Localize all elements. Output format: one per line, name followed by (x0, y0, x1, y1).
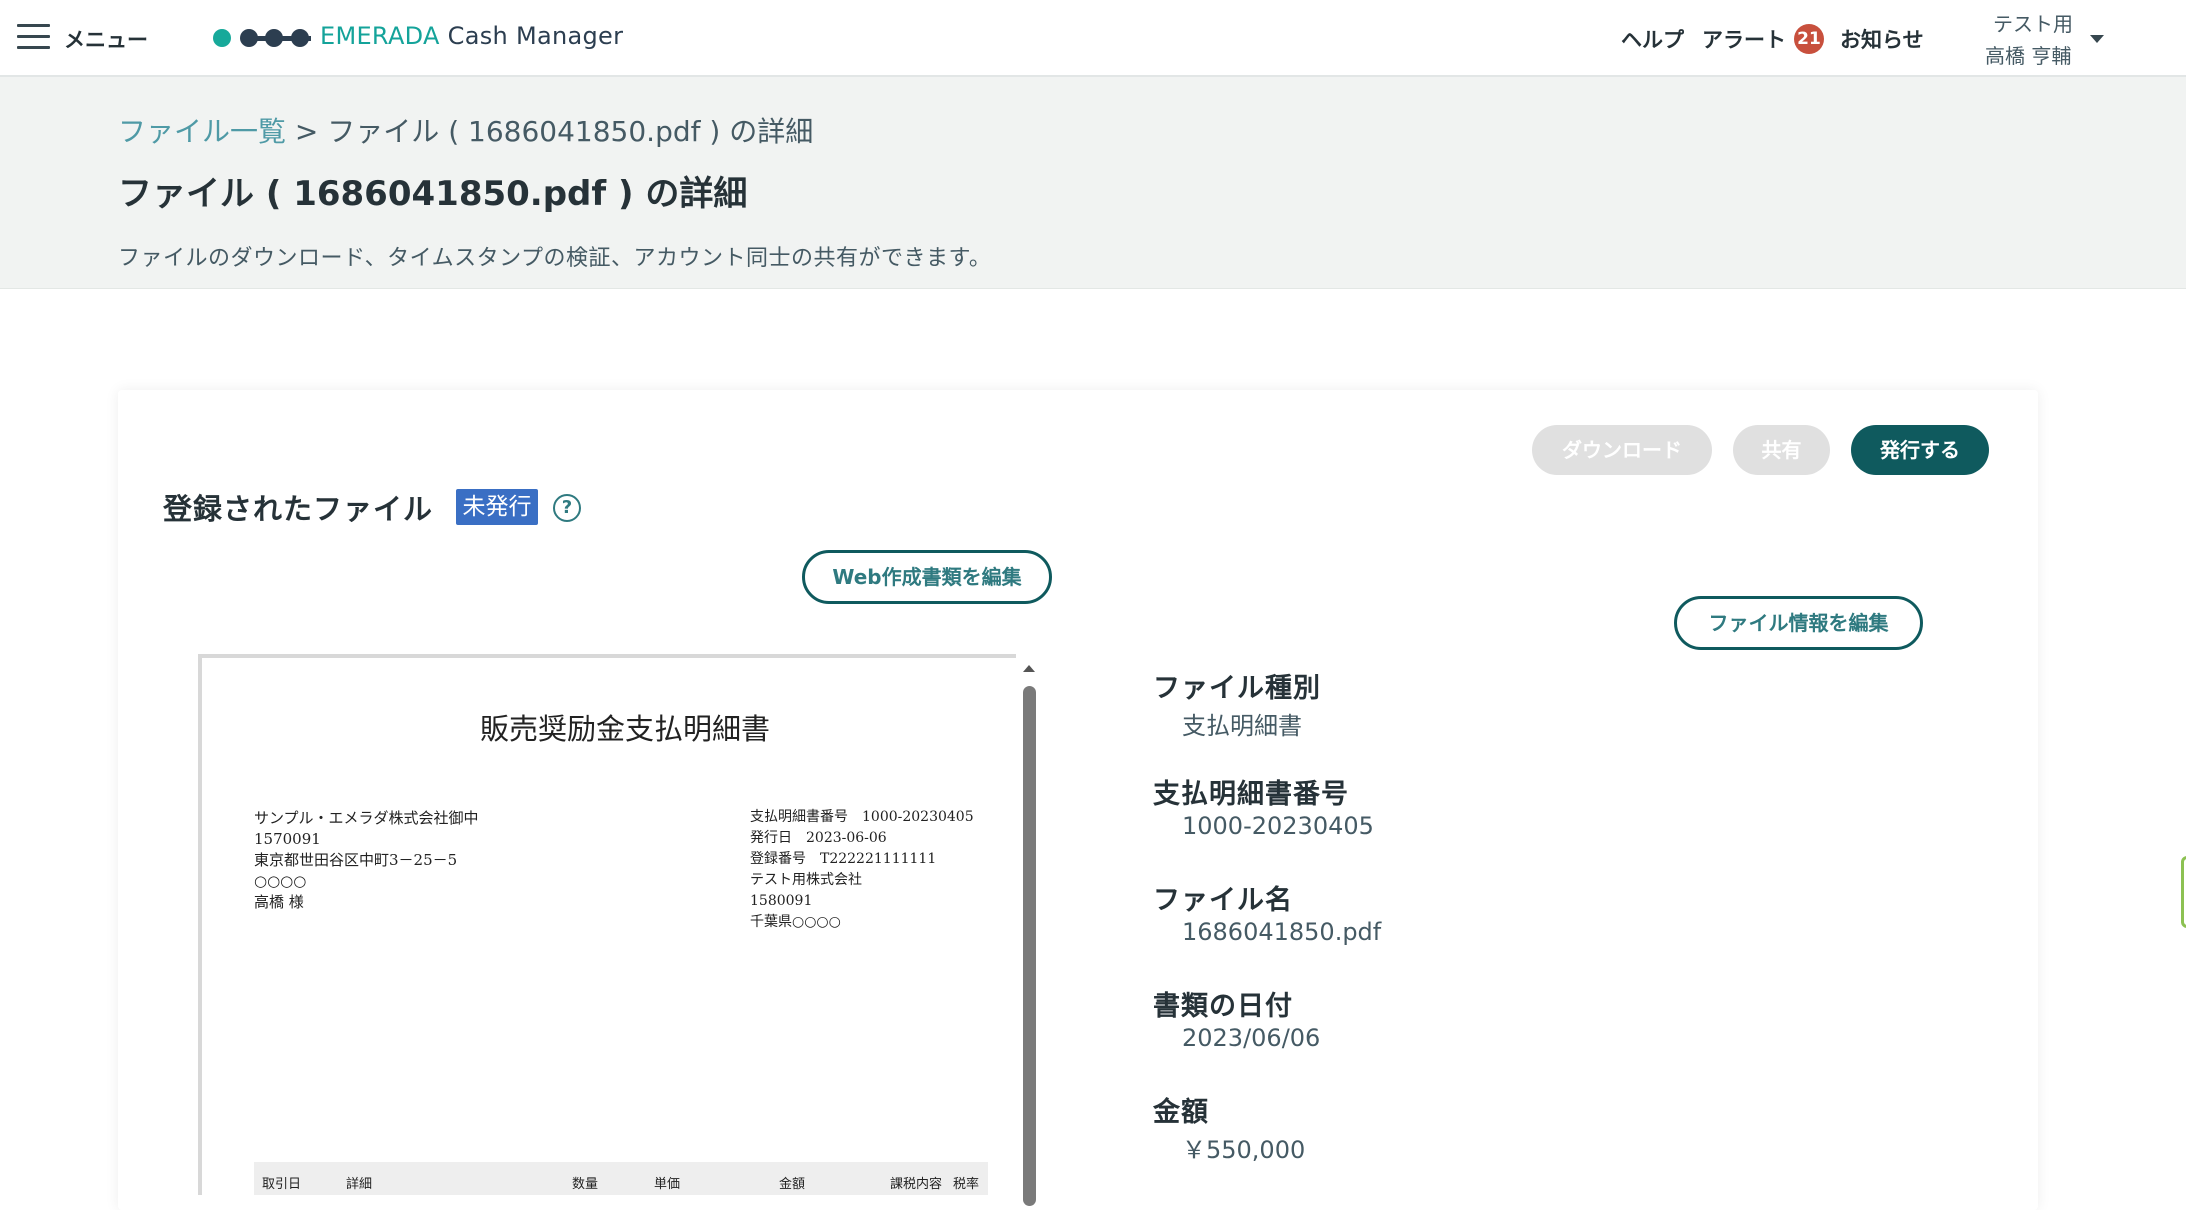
table-header-date: 取引日 (262, 1177, 302, 1192)
recipient-line: ○○○○ (254, 872, 307, 890)
user-org: テスト用 (1993, 12, 2073, 36)
status-badge: 未発行 (456, 489, 538, 525)
brand-name: EMERADA Cash Manager (320, 22, 623, 50)
share-button[interactable]: 共有 (1733, 425, 1830, 475)
table-header-unit-price: 単価 (654, 1177, 681, 1192)
table-header-amount: 金額 (779, 1177, 806, 1192)
recipient-person: 高橋 様 (254, 893, 304, 911)
document-title: 販売奨励金支払明細書 (479, 712, 770, 746)
user-account-menu[interactable]: テスト用 高橋 亨輔 (1985, 8, 2073, 72)
recipient-company: サンプル・エメラダ株式会社御中 (254, 809, 479, 827)
emerada-logo-icon (213, 26, 311, 50)
page-title: ファイル ( 1686041850.pdf ) の詳細 (118, 174, 748, 214)
info-value-document-date: 2023/06/06 (1182, 1024, 1321, 1052)
info-value-amount: ￥550,000 (1182, 1136, 1306, 1164)
edit-web-document-button[interactable]: Web作成書類を編集 (802, 550, 1052, 604)
top-header: メニュー EMERADA Cash Manager ヘルプ アラート 21 お知… (0, 0, 2186, 77)
statement-number: 支払明細書番号 1000-20230405 (750, 809, 974, 825)
issue-date: 発行日 2023-06-06 (750, 830, 887, 846)
info-label-file-name: ファイル名 (1153, 885, 1293, 916)
breadcrumb-separator: > (294, 115, 319, 148)
chevron-down-icon[interactable] (2090, 35, 2104, 43)
alert-count-badge[interactable]: 21 (1794, 24, 1824, 54)
table-header-detail: 詳細 (346, 1177, 373, 1192)
recipient-postal-code: 1570091 (254, 830, 321, 848)
breadcrumb-file-list-link[interactable]: ファイル一覧 (118, 115, 286, 148)
table-header-tax-type: 課税内容 (890, 1177, 943, 1192)
notice-link[interactable]: お知らせ (1840, 24, 1924, 54)
side-feedback-tab[interactable] (2181, 856, 2186, 928)
user-name: 高橋 亨輔 (1985, 44, 2072, 68)
document-issuer-block: 支払明細書番号 1000-20230405 発行日 2023-06-06 登録番… (750, 807, 974, 933)
info-value-file-name: 1686041850.pdf (1182, 918, 1382, 946)
registered-file-title: 登録されたファイル (163, 492, 434, 526)
document-table-header: 取引日 詳細 数量 単価 金額 課税内容 税率 (254, 1162, 988, 1195)
table-header-quantity: 数量 (572, 1177, 599, 1192)
info-label-file-type: ファイル種別 (1153, 673, 1321, 704)
info-label-statement-number: 支払明細書番号 (1153, 779, 1349, 810)
info-value-statement-number: 1000-20230405 (1182, 812, 1374, 840)
edit-file-info-button[interactable]: ファイル情報を編集 (1674, 596, 1923, 650)
scroll-thumb[interactable] (1023, 686, 1036, 1206)
document-preview[interactable]: 販売奨励金支払明細書 サンプル・エメラダ株式会社御中 1570091 東京都世田… (198, 654, 1022, 1195)
document-recipient-block: サンプル・エメラダ株式会社御中 1570091 東京都世田谷区中町3－25－5 … (254, 808, 479, 913)
brand-name-part1: EMERADA (320, 22, 440, 50)
help-link[interactable]: ヘルプ (1621, 24, 1684, 54)
download-button[interactable]: ダウンロード (1532, 425, 1712, 475)
scroll-up-arrow-icon[interactable] (1023, 665, 1035, 672)
brand-name-part2: Cash Manager (447, 22, 624, 50)
issuer-address: 千葉県○○○○ (750, 914, 841, 930)
info-label-document-date: 書類の日付 (1153, 991, 1293, 1022)
breadcrumb: ファイル一覧 > ファイル ( 1686041850.pdf ) の詳細 (118, 110, 813, 150)
help-icon[interactable]: ? (553, 494, 581, 522)
info-label-amount: 金額 (1153, 1097, 1209, 1128)
hamburger-menu-icon[interactable] (17, 24, 50, 50)
issue-button[interactable]: 発行する (1851, 425, 1989, 475)
issuer-postal-code: 1580091 (750, 893, 813, 909)
recipient-address: 東京都世田谷区中町3－25－5 (254, 851, 458, 869)
info-value-file-type: 支払明細書 (1182, 712, 1302, 740)
page-description: ファイルのダウンロード、タイムスタンプの検証、アカウント同士の共有ができます。 (118, 246, 992, 271)
preview-scrollbar[interactable] (1016, 654, 1042, 1206)
alert-link[interactable]: アラート (1702, 24, 1786, 54)
menu-label[interactable]: メニュー (64, 24, 148, 54)
table-header-tax-rate: 税率 (953, 1177, 980, 1192)
breadcrumb-current: ファイル ( 1686041850.pdf ) の詳細 (327, 115, 814, 148)
registration-number: 登録番号 T222221111111 (750, 851, 937, 867)
issuer-company: テスト用株式会社 (750, 872, 862, 888)
